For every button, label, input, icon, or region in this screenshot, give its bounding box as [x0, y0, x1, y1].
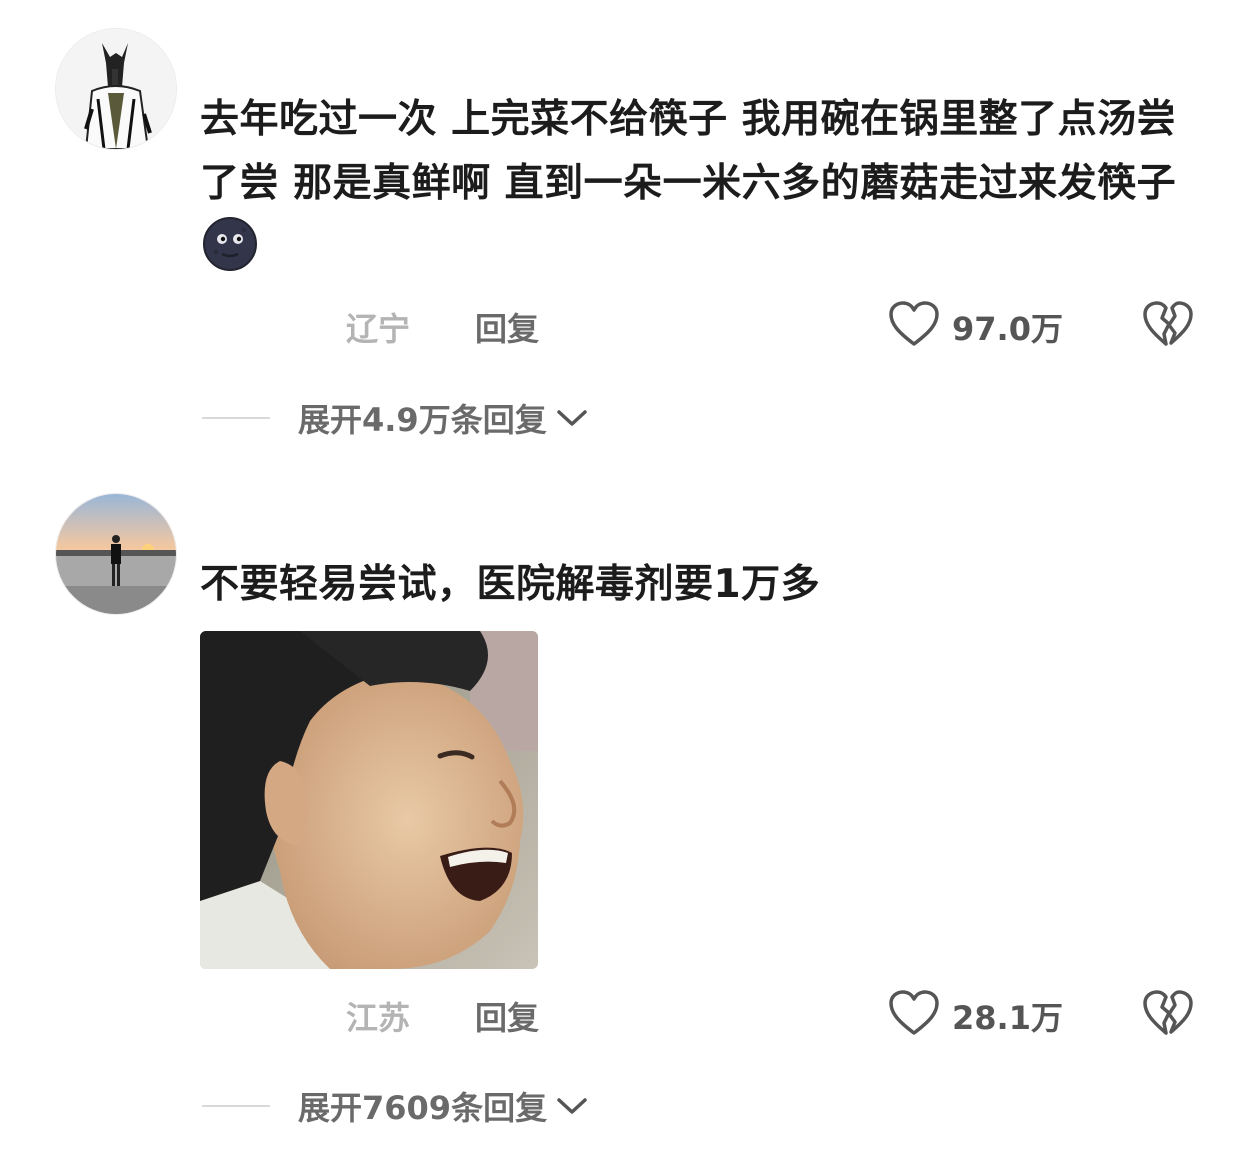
divider	[202, 1105, 270, 1107]
chevron-down-icon	[557, 1098, 587, 1114]
dislike-button[interactable]	[1142, 989, 1194, 1037]
location-label: 辽宁	[346, 310, 411, 348]
expand-replies-label: 展开4.9万条回复	[298, 401, 547, 439]
dislike-button[interactable]	[1142, 300, 1194, 348]
reply-button[interactable]: 回复	[475, 993, 539, 1039]
chevron-down-icon	[556, 410, 587, 426]
heart-outline-icon	[889, 301, 939, 346]
laughing-man-sticker[interactable]	[200, 631, 538, 969]
reply-button[interactable]: 回复	[475, 304, 539, 350]
location-label: 江苏	[346, 999, 411, 1037]
avatar[interactable]	[55, 493, 177, 615]
like-button[interactable]	[888, 300, 940, 348]
new-moon-face-icon	[202, 216, 258, 272]
comment-text-content: 去年吃过一次 上完菜不给筷子 我用碗在锅里整了点汤尝了尝 那是真鲜啊 直到一朵一…	[200, 97, 1177, 206]
like-button[interactable]	[888, 989, 940, 1037]
expand-replies-label: 展开7609条回复	[298, 1089, 548, 1127]
comment-text-content: 不要轻易尝试，医院解毒剂要1万多	[200, 562, 821, 607]
avatar[interactable]	[55, 28, 177, 150]
expand-replies[interactable]: 展开7609条回复	[202, 1081, 589, 1131]
heart-outline-icon	[889, 990, 939, 1035]
like-count: 97.0万	[952, 310, 1063, 348]
broken-heart-icon	[1143, 301, 1193, 346]
divider	[202, 417, 270, 419]
broken-heart-icon	[1143, 990, 1193, 1035]
expand-replies[interactable]: 展开4.9万条回复	[202, 393, 589, 443]
comment-text: 不要轻易尝试，医院解毒剂要1万多	[200, 553, 1190, 617]
comment-text: 去年吃过一次 上完菜不给筷子 我用碗在锅里整了点汤尝了尝 那是真鲜啊 直到一朵一…	[200, 88, 1190, 282]
like-count: 28.1万	[952, 999, 1063, 1037]
